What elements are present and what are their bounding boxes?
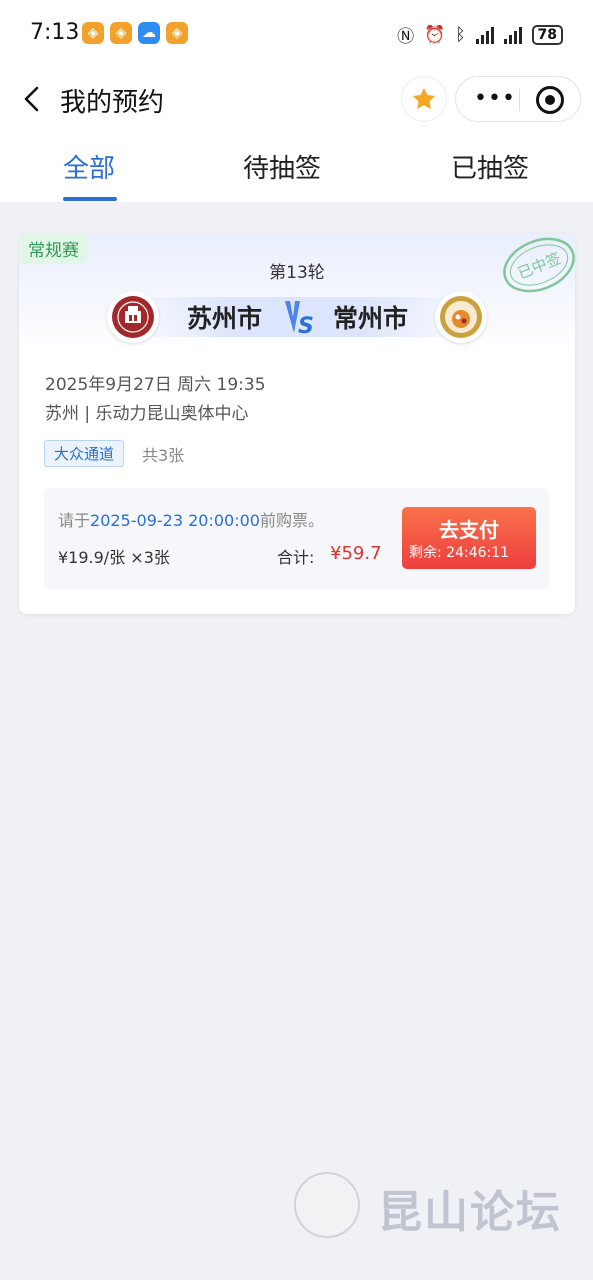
notification-icons: ◈ ◈ ☁ ◈ bbox=[82, 22, 188, 44]
watermark-text: 昆山论坛 bbox=[378, 1187, 562, 1238]
alarm-icon: ⏰ bbox=[424, 24, 446, 45]
deadline-prefix: 请于 bbox=[58, 511, 91, 530]
signal-icon bbox=[475, 26, 494, 44]
weather-icon: ☁ bbox=[138, 22, 160, 44]
active-tab-indicator bbox=[63, 197, 117, 201]
match-header: 常规赛 第13轮 苏州市 S 常州市 已中签 bbox=[19, 233, 575, 353]
match-round: 第13轮 bbox=[269, 263, 325, 283]
more-icon[interactable]: ••• bbox=[474, 88, 516, 110]
star-icon bbox=[412, 87, 436, 110]
watermark-logo-icon bbox=[294, 1172, 360, 1238]
channel-badge: 大众通道 bbox=[44, 440, 125, 467]
total-amount: ¥59.7 bbox=[330, 543, 382, 564]
battery-icon: 78 bbox=[531, 24, 563, 45]
page-title: 我的预约 bbox=[60, 88, 165, 118]
home-team-name: 苏州市 bbox=[187, 304, 263, 333]
app-notification-icon: ◈ bbox=[166, 22, 188, 44]
tab-pending-draw[interactable]: 待抽签 bbox=[243, 148, 321, 185]
payment-panel: 请于2025-09-23 20:00:00前购票。 ¥19.9/张 ×3张 合计… bbox=[44, 488, 549, 589]
deadline-time: 2025-09-23 20:00:00 bbox=[90, 511, 260, 530]
nfc-icon: Ⓝ bbox=[397, 27, 415, 47]
nav-bar: 我的预约 ••• bbox=[0, 70, 593, 130]
mini-program-capsule: ••• bbox=[455, 76, 581, 122]
deadline-suffix: 前购票。 bbox=[259, 511, 324, 530]
unit-price: ¥19.9/张 ×3张 bbox=[58, 548, 170, 567]
away-team-name: 常州市 bbox=[333, 304, 409, 333]
tab-all[interactable]: 全部 bbox=[63, 148, 115, 185]
tab-bar: 全部 待抽签 已抽签 bbox=[0, 130, 593, 202]
ticket-count: 共3张 bbox=[142, 446, 185, 465]
vs-icon: S bbox=[285, 301, 314, 339]
signal-icon bbox=[503, 26, 522, 44]
home-team-logo-icon bbox=[107, 291, 159, 343]
matchup: 苏州市 S 常州市 bbox=[107, 291, 487, 343]
tab-drawn[interactable]: 已抽签 bbox=[451, 148, 529, 185]
pay-countdown: 剩余: 24:46:11 bbox=[409, 545, 510, 561]
status-time: 7:13 bbox=[30, 20, 80, 45]
match-venue: 苏州 | 乐动力昆山奥体中心 bbox=[45, 404, 249, 424]
system-indicators: Ⓝ ⏰ ᛒ 78 bbox=[397, 22, 563, 47]
total-label: 合计: bbox=[277, 548, 315, 567]
payment-deadline: 请于2025-09-23 20:00:00前购票。 bbox=[58, 507, 324, 531]
svg-text:S: S bbox=[298, 314, 314, 339]
forum-watermark: 昆山论坛 bbox=[294, 1172, 584, 1242]
bluetooth-icon: ᛒ bbox=[455, 24, 466, 45]
pay-button[interactable]: 去支付 剩余: 24:46:11 bbox=[402, 507, 536, 569]
favorite-button[interactable] bbox=[401, 76, 447, 122]
status-bar: 7:13 ◈ ◈ ☁ ◈ Ⓝ ⏰ ᛒ 78 bbox=[0, 0, 593, 70]
reservation-card[interactable]: 常规赛 第13轮 苏州市 S 常州市 已中签 2025年9月27日 周六 19:… bbox=[19, 233, 575, 614]
target-icon[interactable] bbox=[536, 86, 564, 114]
capsule-divider bbox=[519, 89, 520, 111]
drawn-stamp-icon: 已中签 bbox=[503, 237, 575, 293]
match-datetime: 2025年9月27日 周六 19:35 bbox=[45, 375, 266, 395]
away-team-logo-icon bbox=[435, 291, 487, 343]
pay-button-label: 去支付 bbox=[439, 518, 499, 542]
back-icon[interactable] bbox=[20, 84, 44, 114]
app-notification-icon: ◈ bbox=[110, 22, 132, 44]
app-notification-icon: ◈ bbox=[82, 22, 104, 44]
